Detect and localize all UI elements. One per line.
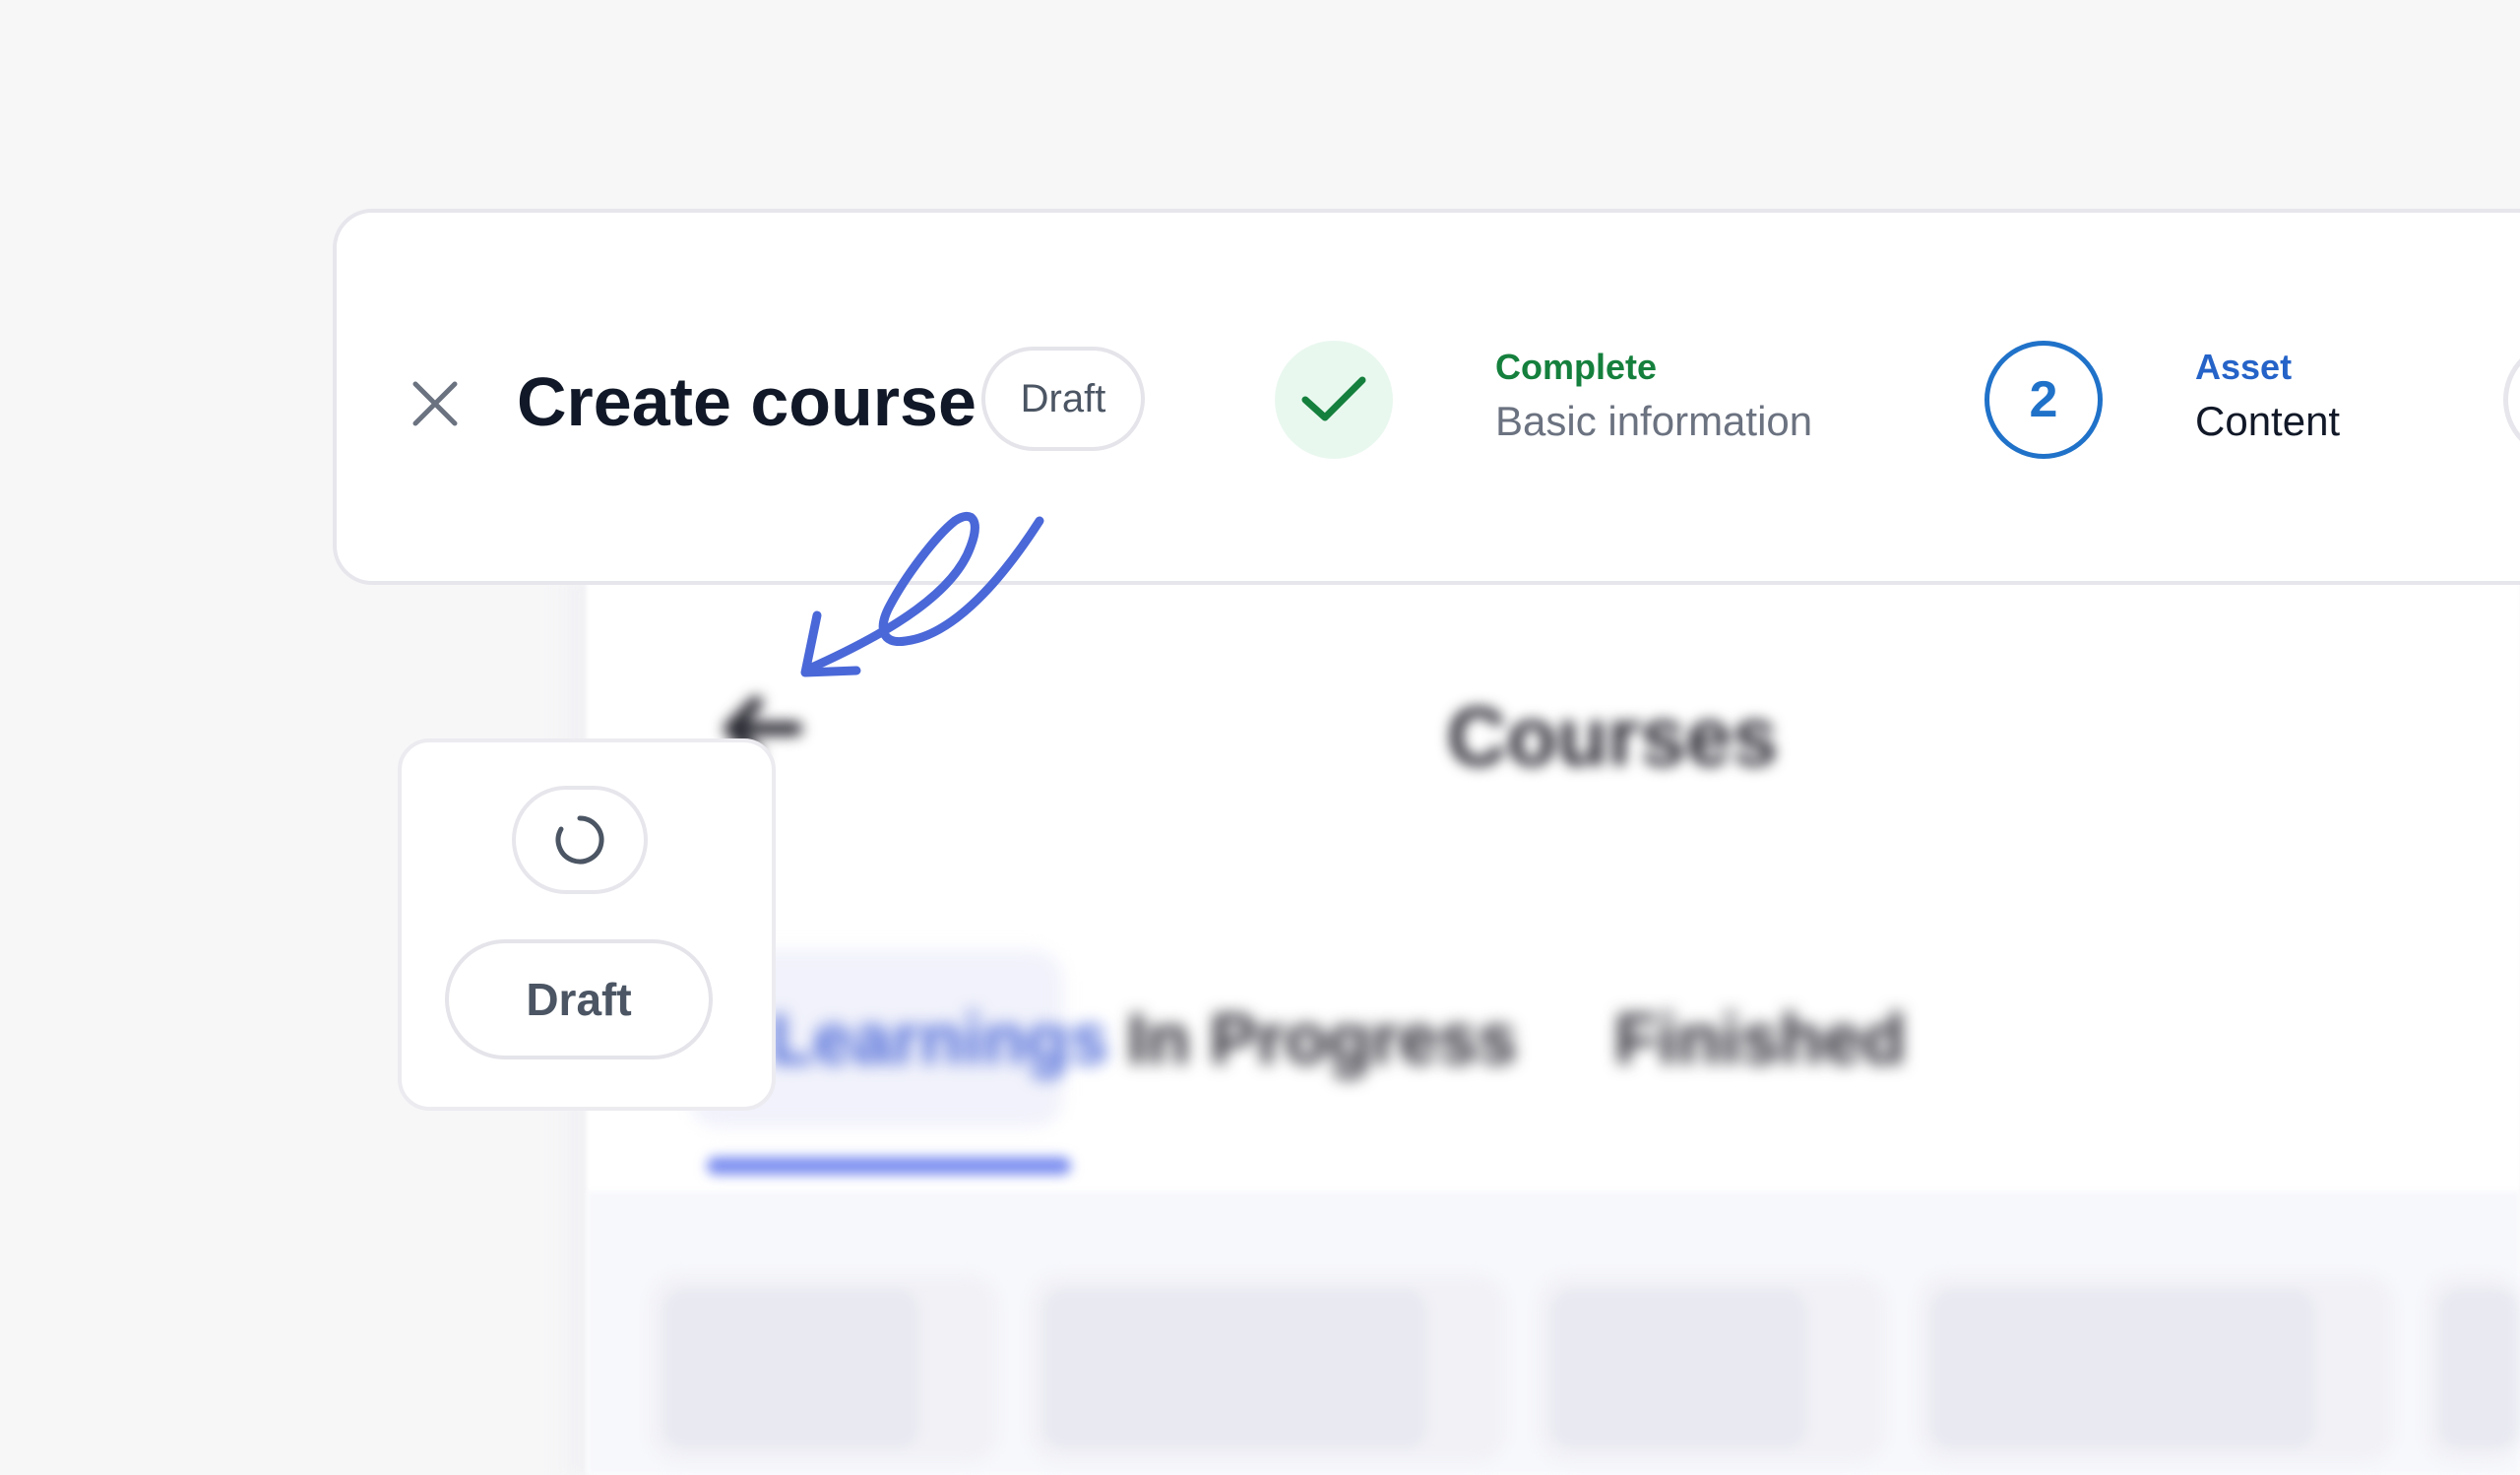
background-tab-finished: Finished: [1614, 1000, 1907, 1079]
background-page-title: Courses: [1447, 690, 1779, 783]
draft-button[interactable]: Draft: [445, 939, 713, 1059]
page-title: Create course: [517, 363, 976, 440]
background-card: [650, 1275, 998, 1462]
background-card: [1030, 1275, 1506, 1462]
step-1-status: Complete: [1495, 347, 1658, 387]
background-tab-underline: [707, 1157, 1071, 1175]
loading-spinner-button[interactable]: [512, 786, 648, 894]
step-1-label[interactable]: Basic information: [1495, 398, 1812, 445]
check-icon: [1301, 376, 1366, 421]
background-card: [1538, 1275, 1886, 1462]
step-complete-indicator[interactable]: [1275, 341, 1393, 459]
background-tabs: Learnings In Progress Finished: [689, 950, 1969, 1175]
background-card: [2426, 1275, 2520, 1462]
hand-drawn-arrow-icon: [800, 511, 1044, 677]
close-icon: [412, 381, 458, 426]
background-tab-in-progress: In Progress: [1127, 1000, 1518, 1079]
close-button[interactable]: [394, 362, 476, 445]
step-2-label[interactable]: Content: [2195, 398, 2340, 445]
background-card: [1918, 1275, 2394, 1462]
status-badge: Draft: [981, 347, 1145, 451]
step-2-status: Asset: [2195, 347, 2293, 387]
background-tab-learnings: Learnings: [770, 1000, 1109, 1079]
loading-spinner-icon: [555, 815, 604, 865]
step-2-number[interactable]: 2: [1984, 341, 2103, 459]
